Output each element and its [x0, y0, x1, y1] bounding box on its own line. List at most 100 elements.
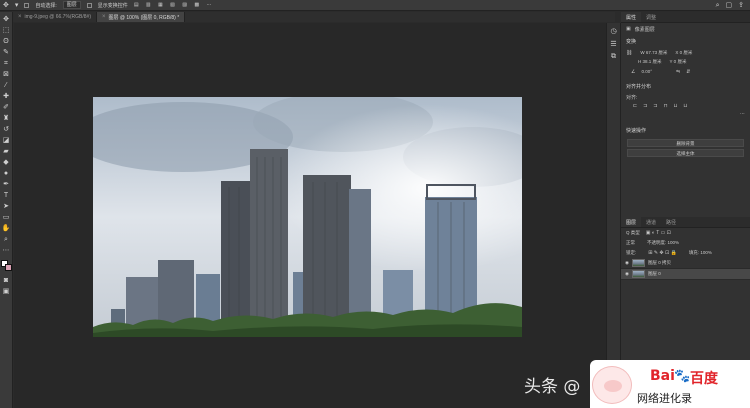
window-icon[interactable]: ▢ [726, 2, 733, 9]
history-brush-icon[interactable]: ↺ [1, 125, 12, 134]
auto-select-dropdown[interactable]: 图层 [62, 1, 81, 9]
close-icon[interactable]: × [18, 14, 22, 20]
history-icon[interactable]: ◷ [610, 27, 616, 35]
document-tabs: × img-9.jpeg @ 66.7%(RGB/8#) × 图层 @ 100%… [13, 12, 615, 22]
fill-field[interactable]: 填充: 100% [689, 250, 712, 256]
baidu-watermark: Bai 🐾 百度 网络进化录 [590, 360, 750, 408]
chevron-down-icon[interactable]: ▾ [15, 2, 19, 9]
tab-paths[interactable]: 路径 [661, 217, 681, 227]
link-icon[interactable]: ⛓ [626, 50, 632, 56]
baidu-brand-cn: 百度 [690, 371, 718, 387]
lock-icons[interactable]: ⊞ ✎ ✥ ⊡ 🔒 [648, 250, 677, 256]
right-panels: 属性 调整 ▣ 像素图层 变换 ⛓ W 67.73 厘米 X 0 厘米 H 38… [621, 12, 750, 408]
frame-icon[interactable]: ⊠ [1, 70, 12, 79]
layer-row[interactable]: ◉ 图层 0 拷贝 [621, 258, 750, 269]
blend-mode-select[interactable]: 正常 [626, 240, 635, 246]
properties-icon[interactable]: ☰ [610, 40, 616, 48]
tab-adjust[interactable]: 调整 [641, 12, 661, 22]
shape-icon[interactable]: ▭ [1, 213, 12, 222]
flip-h-icon[interactable]: ⇋ [676, 69, 680, 75]
baidu-subtitle: 网络进化录 [637, 392, 692, 405]
tab-current-document[interactable]: × 图层 @ 100% (图层 0, RGB/8) * [97, 12, 186, 22]
tab-layers[interactable]: 图层 [621, 217, 642, 227]
angle-field[interactable]: 0.00° [641, 69, 652, 74]
width-field[interactable]: W 67.73 厘米 [640, 50, 667, 56]
align-title: 对齐并分布 [626, 84, 652, 90]
dodge-icon[interactable]: ● [1, 169, 12, 178]
height-field[interactable]: H 38.1 厘米 [638, 59, 662, 65]
opacity-field[interactable]: 不透明度: 100% [647, 240, 679, 246]
blend-row: 正常 不透明度: 100% [621, 238, 750, 248]
auto-select-label: 自动选择: [35, 2, 57, 9]
color-swatches[interactable] [0, 260, 12, 271]
angle-row: ∠ 0.00° ⇋ ⇵ [621, 66, 750, 77]
layers-panel: 图层 通道 路径 Q 类型 ▣ ◐ T ▭ ⊡ 正常 不透明度: 100% 锁定… [621, 217, 750, 280]
quick-mask-icon[interactable]: ◙ [1, 276, 12, 285]
canvas-area[interactable] [14, 23, 606, 408]
toutiao-watermark: 头条 @ [524, 377, 581, 397]
flip-v-icon[interactable]: ⇵ [686, 69, 690, 75]
marquee-icon[interactable]: ⬚ [1, 26, 12, 35]
align-vcenter-icon[interactable]: ⊔ [674, 103, 679, 109]
transform-title: 变换 [626, 39, 637, 45]
align-top-icon[interactable]: ⊓ [664, 103, 669, 109]
crop-icon[interactable]: ⌗ [1, 59, 12, 68]
tab-label: 图层 @ 100% (图层 0, RGB/8) * [108, 14, 180, 21]
align-left-icon[interactable]: ⊏ [633, 103, 638, 109]
adjust-icon[interactable]: ⧉ [611, 53, 616, 61]
properties-tabs: 属性 调整 [621, 12, 750, 23]
transform-row-1: ⛓ W 67.73 厘米 X 0 厘米 [621, 48, 750, 57]
lock-row: 锁定: ⊞ ✎ ✥ ⊡ 🔒 填充: 100% [621, 248, 750, 258]
y-field[interactable]: Y 0 厘米 [670, 59, 687, 65]
tab-img-9[interactable]: × img-9.jpeg @ 66.7%(RGB/8#) [13, 12, 98, 22]
eye-icon[interactable]: ◉ [625, 271, 629, 277]
align-icons-row: ⊏ ⊐ ⊐ ⊓ ⊔ ⊔ [621, 101, 750, 110]
tab-channels[interactable]: 通道 [641, 217, 661, 227]
align-icons[interactable]: ▤ ▥ ▦ ▧ ▨ ▩ ⋯ [134, 2, 215, 8]
eyedropper-icon[interactable]: ⁄ [1, 81, 12, 90]
move-icon[interactable]: ✥ [1, 15, 12, 24]
show-transform-checkbox[interactable] [86, 2, 92, 8]
eye-icon[interactable]: ◉ [625, 260, 629, 266]
hand-icon[interactable]: ✋ [1, 224, 12, 233]
quick-select-icon[interactable]: ✎ [1, 48, 12, 57]
transform-row-2: H 38.1 厘米 Y 0 厘米 [621, 57, 750, 66]
layer-filter-row: Q 类型 ▣ ◐ T ▭ ⊡ [621, 228, 750, 238]
blur-icon[interactable]: ◆ [1, 158, 12, 167]
lock-label: 锁定: [626, 250, 637, 255]
tab-properties[interactable]: 属性 [621, 12, 642, 22]
background-color[interactable] [4, 264, 12, 271]
align-bottom-icon[interactable]: ⊔ [683, 103, 688, 109]
lasso-icon[interactable]: ʘ [1, 37, 12, 46]
search-icon[interactable]: ⌕ [716, 2, 720, 9]
select-subject-button[interactable]: 选择主体 [627, 149, 744, 157]
kind-filter[interactable]: Q 类型 [626, 230, 640, 236]
stamp-icon[interactable]: ♜ [1, 114, 12, 123]
more-options[interactable]: ⋯ [621, 110, 750, 118]
layer-row[interactable]: ◉ 图层 0 [621, 269, 750, 280]
eraser-icon[interactable]: ◪ [1, 136, 12, 145]
zoom-icon[interactable]: ⌕ [1, 235, 12, 244]
layer-name: 图层 0 拷贝 [647, 260, 671, 265]
gradient-icon[interactable]: ▰ [1, 147, 12, 156]
more-tools-icon[interactable]: ⋯ [1, 246, 12, 255]
pixel-layer-label: 像素图层 [634, 26, 655, 33]
auto-select-checkbox[interactable] [24, 2, 30, 8]
brush-icon[interactable]: ✐ [1, 103, 12, 112]
healing-icon[interactable]: ✚ [1, 92, 12, 101]
filter-icons[interactable]: ▣ ◐ T ▭ ⊡ [646, 230, 671, 236]
path-select-icon[interactable]: ➤ [1, 202, 12, 211]
tab-label: img-9.jpeg @ 66.7%(RGB/8#) [24, 14, 92, 20]
move-tool-icon[interactable]: ✥ [3, 2, 9, 9]
type-icon[interactable]: T [1, 191, 12, 200]
pen-icon[interactable]: ✒ [1, 180, 12, 189]
share-icon[interactable]: ⇪ [738, 2, 744, 9]
close-icon[interactable]: × [102, 14, 106, 20]
align-label: 对齐: [626, 94, 638, 101]
remove-background-button[interactable]: 删除背景 [627, 139, 744, 147]
align-right-icon[interactable]: ⊐ [653, 103, 658, 109]
screen-mode-icon[interactable]: ▣ [1, 287, 12, 296]
document-image[interactable] [93, 97, 522, 337]
align-hcenter-icon[interactable]: ⊐ [643, 103, 648, 109]
x-field[interactable]: X 0 厘米 [675, 50, 692, 56]
